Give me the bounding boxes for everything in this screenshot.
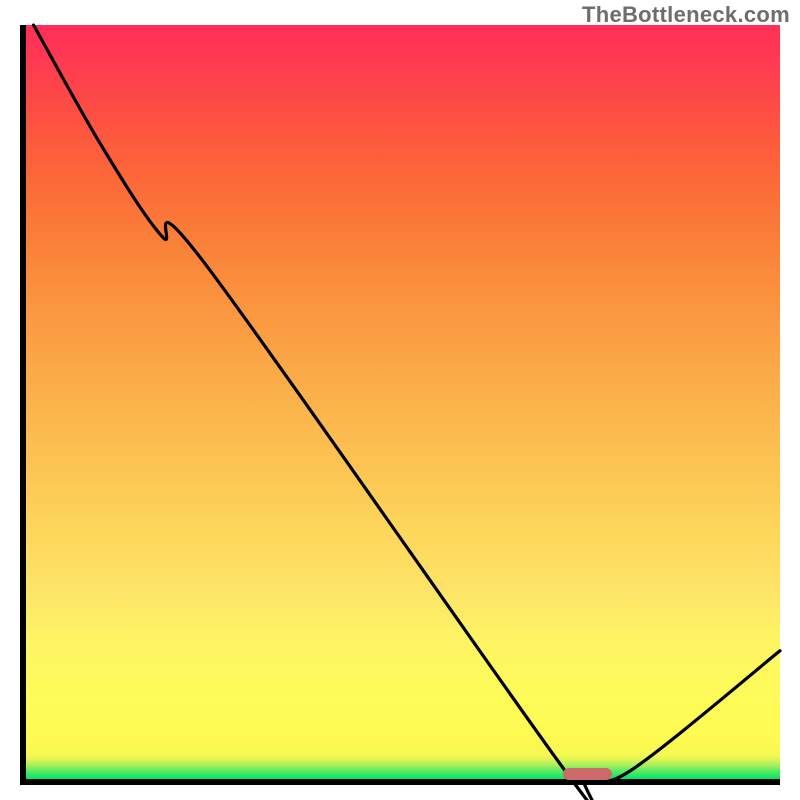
watermark-text: TheBottleneck.com xyxy=(582,2,790,28)
bottleneck-curve xyxy=(26,25,780,779)
plot-area xyxy=(20,25,780,785)
curve-path xyxy=(34,25,781,800)
chart-container: TheBottleneck.com xyxy=(0,0,800,800)
optimal-marker xyxy=(563,768,612,780)
